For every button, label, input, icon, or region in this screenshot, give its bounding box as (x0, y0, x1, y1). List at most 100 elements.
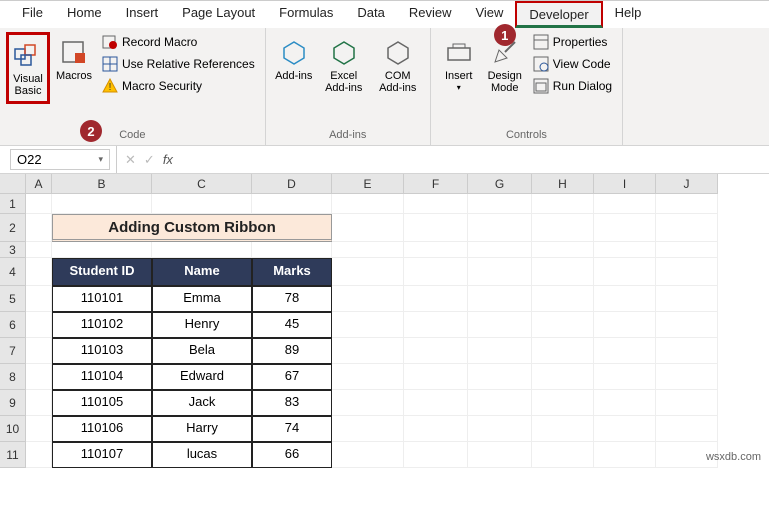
table-cell[interactable]: 66 (252, 442, 332, 468)
cell-E3[interactable] (332, 242, 404, 258)
cell-G6[interactable] (468, 312, 532, 338)
cell-H6[interactable] (532, 312, 594, 338)
cell-J5[interactable] (656, 286, 718, 312)
cell-E8[interactable] (332, 364, 404, 390)
col-header-F[interactable]: F (404, 174, 468, 194)
row-header-3[interactable]: 3 (0, 242, 26, 258)
cell-H9[interactable] (532, 390, 594, 416)
cell-H10[interactable] (532, 416, 594, 442)
cell-J10[interactable] (656, 416, 718, 442)
cell-B1[interactable] (52, 194, 152, 214)
cell-H2[interactable] (532, 214, 594, 242)
table-cell[interactable]: Emma (152, 286, 252, 312)
cell-E10[interactable] (332, 416, 404, 442)
cell-A7[interactable] (26, 338, 52, 364)
cell-G1[interactable] (468, 194, 532, 214)
cell-E6[interactable] (332, 312, 404, 338)
cell-H7[interactable] (532, 338, 594, 364)
cell-F1[interactable] (404, 194, 468, 214)
col-header-D[interactable]: D (252, 174, 332, 194)
cell-H5[interactable] (532, 286, 594, 312)
table-header[interactable]: Name (152, 258, 252, 286)
cancel-icon[interactable]: ✕ (125, 152, 136, 168)
row-header-5[interactable]: 5 (0, 286, 26, 312)
cell-D1[interactable] (252, 194, 332, 214)
col-header-J[interactable]: J (656, 174, 718, 194)
cell-A10[interactable] (26, 416, 52, 442)
row-header-1[interactable]: 1 (0, 194, 26, 214)
tab-file[interactable]: File (10, 1, 55, 28)
col-header-I[interactable]: I (594, 174, 656, 194)
row-header-4[interactable]: 4 (0, 258, 26, 286)
addins-button[interactable]: Add-ins (272, 32, 316, 86)
macro-security-button[interactable]: ! Macro Security (98, 76, 259, 96)
table-cell[interactable]: 110105 (52, 390, 152, 416)
cell-A11[interactable] (26, 442, 52, 468)
cell-F8[interactable] (404, 364, 468, 390)
com-addins-button[interactable]: COM Add-ins (372, 32, 424, 98)
col-header-E[interactable]: E (332, 174, 404, 194)
table-cell[interactable]: 45 (252, 312, 332, 338)
tab-insert[interactable]: Insert (114, 1, 171, 28)
tab-developer[interactable]: Developer (515, 1, 602, 28)
chevron-down-icon[interactable]: ▾ (98, 154, 103, 165)
row-header-6[interactable]: 6 (0, 312, 26, 338)
cell-E1[interactable] (332, 194, 404, 214)
table-cell[interactable]: 110103 (52, 338, 152, 364)
cell-I4[interactable] (594, 258, 656, 286)
cell-F2[interactable] (404, 214, 468, 242)
cell-I9[interactable] (594, 390, 656, 416)
table-cell[interactable]: 110104 (52, 364, 152, 390)
tab-review[interactable]: Review (397, 1, 464, 28)
cell-E11[interactable] (332, 442, 404, 468)
fx-icon[interactable]: fx (163, 152, 173, 167)
cell-G3[interactable] (468, 242, 532, 258)
cell-J7[interactable] (656, 338, 718, 364)
table-cell[interactable]: 110101 (52, 286, 152, 312)
cell-G8[interactable] (468, 364, 532, 390)
cell-A9[interactable] (26, 390, 52, 416)
cell-A5[interactable] (26, 286, 52, 312)
name-box[interactable]: O22 ▾ (10, 149, 110, 170)
cell-A4[interactable] (26, 258, 52, 286)
row-header-11[interactable]: 11 (0, 442, 26, 468)
cell-H4[interactable] (532, 258, 594, 286)
tab-pagelayout[interactable]: Page Layout (170, 1, 267, 28)
cell-A3[interactable] (26, 242, 52, 258)
tab-help[interactable]: Help (603, 1, 654, 28)
cell-F5[interactable] (404, 286, 468, 312)
table-cell[interactable]: 83 (252, 390, 332, 416)
cell-C1[interactable] (152, 194, 252, 214)
cell-F4[interactable] (404, 258, 468, 286)
tab-data[interactable]: Data (345, 1, 396, 28)
table-cell[interactable]: 78 (252, 286, 332, 312)
col-header-G[interactable]: G (468, 174, 532, 194)
cell-I10[interactable] (594, 416, 656, 442)
table-cell[interactable]: Bela (152, 338, 252, 364)
row-header-10[interactable]: 10 (0, 416, 26, 442)
cell-G10[interactable] (468, 416, 532, 442)
cell-E2[interactable] (332, 214, 404, 242)
cell-A6[interactable] (26, 312, 52, 338)
table-cell[interactable]: 89 (252, 338, 332, 364)
cell-F10[interactable] (404, 416, 468, 442)
excel-addins-button[interactable]: Excel Add-ins (318, 32, 370, 98)
cell-A8[interactable] (26, 364, 52, 390)
table-cell[interactable]: 74 (252, 416, 332, 442)
cell-J3[interactable] (656, 242, 718, 258)
cell-I8[interactable] (594, 364, 656, 390)
cell-I1[interactable] (594, 194, 656, 214)
cell-J4[interactable] (656, 258, 718, 286)
macros-button[interactable]: Macros (52, 32, 96, 86)
run-dialog-button[interactable]: Run Dialog (529, 76, 616, 96)
row-header-2[interactable]: 2 (0, 214, 26, 242)
sheet-title[interactable]: Adding Custom Ribbon (52, 214, 332, 242)
cell-F9[interactable] (404, 390, 468, 416)
col-header-A[interactable]: A (26, 174, 52, 194)
cell-I2[interactable] (594, 214, 656, 242)
col-header-C[interactable]: C (152, 174, 252, 194)
cell-H1[interactable] (532, 194, 594, 214)
row-header-9[interactable]: 9 (0, 390, 26, 416)
cell-G7[interactable] (468, 338, 532, 364)
cell-J1[interactable] (656, 194, 718, 214)
